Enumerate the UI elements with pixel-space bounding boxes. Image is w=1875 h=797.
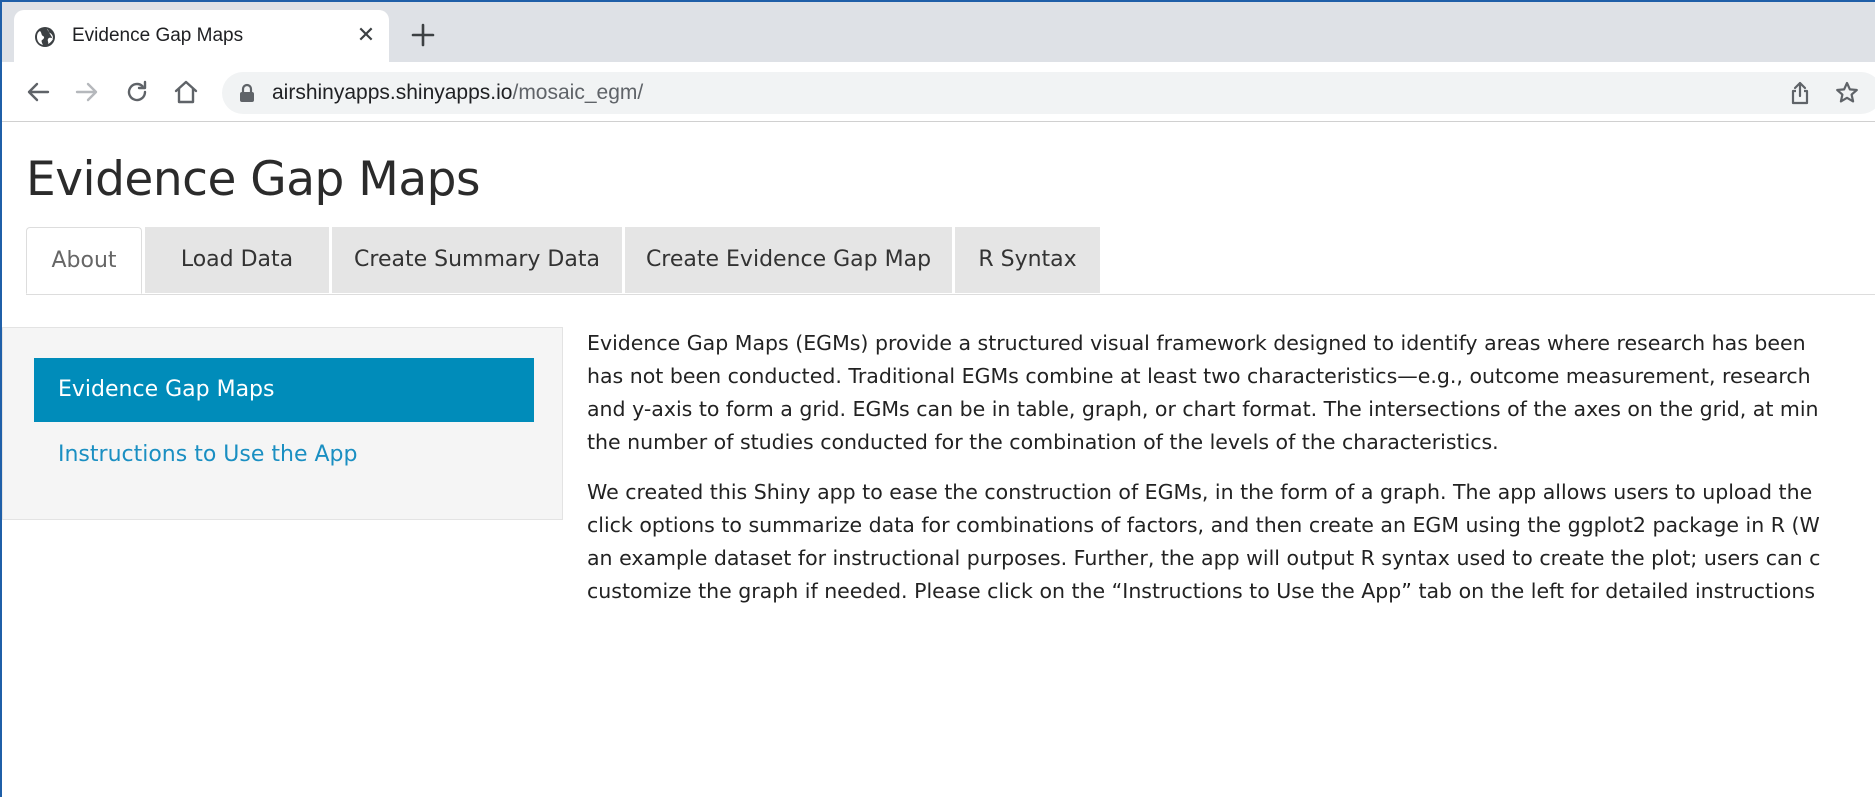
browser-toolbar: airshinyapps.shinyapps.io/mosaic_egm/ — [2, 62, 1875, 122]
globe-icon — [35, 27, 55, 47]
back-arrow-icon[interactable] — [24, 78, 52, 106]
lock-icon[interactable] — [238, 83, 256, 103]
url-path: /mosaic_egm/ — [512, 81, 644, 104]
sidebar-item-evidence-gap-maps[interactable]: Evidence Gap Maps — [34, 358, 534, 422]
home-icon[interactable] — [172, 78, 200, 106]
sidebar-nav: Evidence Gap Maps Instructions to Use th… — [2, 327, 563, 520]
browser-tab[interactable]: Evidence Gap Maps ✕ — [14, 10, 389, 62]
close-icon[interactable]: ✕ — [354, 24, 378, 48]
url-host: airshinyapps.shinyapps.io — [272, 81, 513, 104]
page-title: Evidence Gap Maps — [26, 152, 480, 207]
paragraph-line: the number of studies conducted for the … — [587, 430, 1499, 454]
paragraph-line: Evidence Gap Maps (EGMs) provide a struc… — [587, 331, 1806, 355]
sidebar-item-instructions[interactable]: Instructions to Use the App — [34, 423, 534, 487]
paragraph-line: click options to summarize data for comb… — [587, 513, 1820, 537]
paragraph-line: We created this Shiny app to ease the co… — [587, 480, 1813, 504]
reload-icon[interactable] — [123, 78, 151, 106]
browser-tabstrip: Evidence Gap Maps ✕ — [2, 2, 1875, 62]
tab-create-evidence-gap-map[interactable]: Create Evidence Gap Map — [625, 227, 952, 293]
forward-arrow-icon[interactable] — [73, 78, 101, 106]
share-icon[interactable] — [1787, 80, 1813, 106]
about-content: Evidence Gap Maps (EGMs) provide a struc… — [587, 327, 1875, 627]
new-tab-plus-icon[interactable] — [410, 22, 436, 48]
tab-load-data[interactable]: Load Data — [145, 227, 329, 293]
paragraph-intro: Evidence Gap Maps (EGMs) provide a struc… — [587, 327, 1875, 459]
browser-tab-title: Evidence Gap Maps — [72, 25, 244, 46]
paragraph-line: customize the graph if needed. Please cl… — [587, 579, 1816, 603]
url-text[interactable]: airshinyapps.shinyapps.io/mosaic_egm/ — [272, 81, 643, 105]
tab-create-summary-data[interactable]: Create Summary Data — [332, 227, 622, 293]
paragraph-app-description: We created this Shiny app to ease the co… — [587, 476, 1875, 608]
tab-about[interactable]: About — [26, 227, 142, 294]
bookmark-star-icon[interactable] — [1834, 80, 1860, 106]
paragraph-line: has not been conducted. Traditional EGMs… — [587, 364, 1811, 388]
address-bar[interactable]: airshinyapps.shinyapps.io/mosaic_egm/ — [222, 72, 1875, 114]
browser-window: Evidence Gap Maps ✕ airshinyapps.shinyap… — [0, 0, 1875, 797]
page-viewport: Evidence Gap Maps About Load Data Create… — [2, 122, 1875, 797]
tab-r-syntax[interactable]: R Syntax — [955, 227, 1100, 293]
paragraph-line: and y-axis to form a grid. EGMs can be i… — [587, 397, 1819, 421]
paragraph-line: an example dataset for instructional pur… — [587, 546, 1821, 570]
app-tab-bar: About Load Data Create Summary Data Crea… — [26, 227, 1875, 295]
